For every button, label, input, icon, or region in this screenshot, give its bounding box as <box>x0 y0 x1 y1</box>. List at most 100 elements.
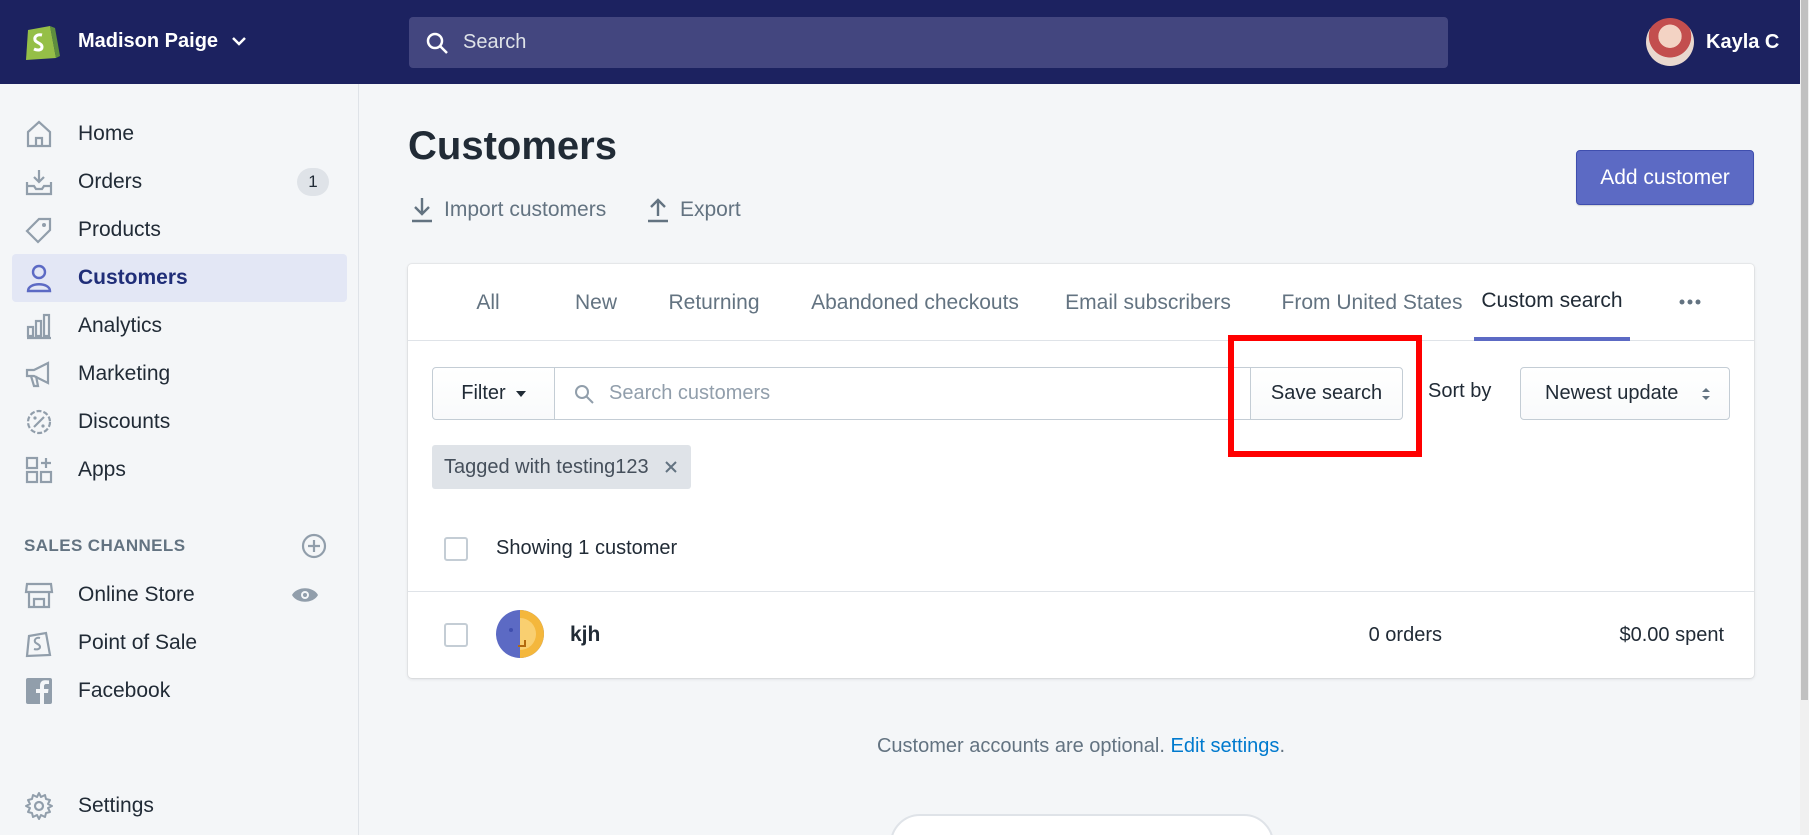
tab-bar: All New Returning Abandoned checkouts Em… <box>408 264 1754 341</box>
sidebar-item-marketing[interactable]: Marketing <box>12 350 347 398</box>
showing-count: Showing 1 customer <box>496 537 678 559</box>
gear-icon <box>23 790 55 822</box>
sidebar-item-online-store[interactable]: Online Store <box>12 571 347 619</box>
discount-icon <box>23 406 55 438</box>
search-icon <box>426 32 448 54</box>
sidebar-item-label: Discounts <box>78 410 171 433</box>
import-customers-label: Import customers <box>444 198 607 221</box>
sidebar-item-apps[interactable]: Apps <box>12 446 347 494</box>
sidebar-item-label: Orders <box>78 170 143 193</box>
store-icon <box>23 579 55 611</box>
tab-all[interactable]: All <box>438 264 538 341</box>
global-search-placeholder: Search <box>463 31 527 53</box>
sort-select[interactable]: Newest update <box>1520 367 1730 420</box>
download-icon <box>412 198 432 223</box>
search-customers-input[interactable] <box>609 382 1209 405</box>
learn-more-pill[interactable] <box>890 814 1274 835</box>
customer-avatar <box>496 610 544 658</box>
export-button[interactable]: Export <box>646 196 741 224</box>
shopping-bag-icon <box>23 627 55 659</box>
search-icon <box>575 384 594 404</box>
sidebar-item-products[interactable]: Products <box>12 206 347 254</box>
customer-name[interactable]: kjh <box>570 623 600 647</box>
filter-button[interactable]: Filter <box>432 367 555 420</box>
sort-value: Newest update <box>1545 382 1679 404</box>
top-bar: Madison Paige Search Kayla C <box>0 0 1800 84</box>
sidebar-item-customers[interactable]: Customers <box>12 254 347 302</box>
filter-label: Filter <box>461 382 506 404</box>
shopify-logo-icon <box>26 26 60 60</box>
footer-note-text: Customer accounts are optional. <box>876 735 1165 757</box>
facebook-icon <box>23 675 55 707</box>
scrollbar[interactable] <box>1800 0 1809 835</box>
sidebar-item-label: Facebook <box>78 679 171 702</box>
add-channel-plus-icon[interactable] <box>301 533 327 559</box>
home-icon <box>23 118 55 150</box>
applied-filter-label: Tagged with testing123 <box>444 455 649 478</box>
eye-icon[interactable] <box>291 585 319 605</box>
sidebar-item-facebook[interactable]: Facebook <box>12 667 347 715</box>
sidebar-item-label: Apps <box>78 458 126 481</box>
sales-channels-heading: SALES CHANNELS <box>24 536 186 555</box>
tab-returning[interactable]: Returning <box>654 264 774 341</box>
sort-by-label: Sort by <box>1428 380 1492 402</box>
orders-icon <box>23 166 55 198</box>
sidebar-item-label: Point of Sale <box>78 631 198 654</box>
table-row[interactable]: kjh 0 orders $0.00 spent <box>408 592 1754 678</box>
sidebar-item-analytics[interactable]: Analytics <box>12 302 347 350</box>
person-icon <box>23 262 55 294</box>
add-customer-button[interactable]: Add customer <box>1576 150 1754 205</box>
close-icon[interactable] <box>663 459 679 475</box>
sidebar-item-label: Online Store <box>78 583 195 606</box>
sidebar-item-label: Home <box>78 122 135 145</box>
user-name: Kayla C <box>1706 30 1780 53</box>
caret-down-icon <box>515 390 526 397</box>
row-checkbox[interactable] <box>444 623 468 647</box>
customer-search-field[interactable] <box>554 367 1258 420</box>
sidebar-item-point-of-sale[interactable]: Point of Sale <box>12 619 347 667</box>
sidebar-item-label: Customers <box>78 266 188 289</box>
customer-orders: 0 orders <box>1368 624 1442 646</box>
chevron-down-icon <box>232 37 246 46</box>
tab-email-subscribers[interactable]: Email subscribers <box>1048 264 1248 341</box>
sidebar-item-label: Analytics <box>78 314 163 337</box>
sidebar-item-orders[interactable]: Orders 1 <box>12 158 347 206</box>
tab-from-united-states[interactable]: From United States <box>1262 264 1482 341</box>
edit-settings-link[interactable]: Edit settings <box>1170 735 1279 757</box>
orders-count-badge: 1 <box>297 168 329 196</box>
select-arrows-icon <box>1702 388 1710 400</box>
tab-abandoned-checkouts[interactable]: Abandoned checkouts <box>800 264 1030 341</box>
tab-custom-search[interactable]: Custom search <box>1474 264 1630 341</box>
avatar <box>1646 18 1694 66</box>
sidebar-item-label: Settings <box>78 794 154 817</box>
user-menu[interactable]: Kayla C <box>1646 18 1779 66</box>
bar-chart-icon <box>23 310 55 342</box>
store-switcher[interactable]: Madison Paige <box>22 20 248 62</box>
select-all-checkbox[interactable] <box>444 537 468 561</box>
save-search-button[interactable]: Save search <box>1250 367 1403 420</box>
sidebar-item-label: Marketing <box>78 362 171 385</box>
global-search-input[interactable]: Search <box>409 17 1448 68</box>
footer-period: . <box>1279 735 1285 757</box>
apps-icon <box>23 454 55 486</box>
sidebar-item-settings[interactable]: Settings <box>12 782 347 830</box>
applied-filter-tag: Tagged with testing123 <box>432 445 691 489</box>
sidebar: Home Orders 1 Products Customers Analyti… <box>0 84 359 835</box>
tag-icon <box>23 214 55 246</box>
sidebar-item-discounts[interactable]: Discounts <box>12 398 347 446</box>
more-tabs-button[interactable] <box>1672 288 1708 316</box>
import-customers-button[interactable]: Import customers <box>410 196 606 224</box>
upload-icon <box>648 198 668 223</box>
sidebar-item-label: Products <box>78 218 161 241</box>
customer-spent: $0.00 spent <box>1619 624 1724 646</box>
export-label: Export <box>680 198 741 221</box>
ellipsis-icon <box>1679 299 1701 305</box>
sidebar-item-home[interactable]: Home <box>12 110 347 158</box>
tab-new[interactable]: New <box>546 264 646 341</box>
page-title: Customers <box>408 124 617 168</box>
store-name: Madison Paige <box>78 29 219 52</box>
footer-note: Customer accounts are optional. Edit set… <box>408 735 1754 758</box>
megaphone-icon <box>23 358 55 390</box>
customers-card: All New Returning Abandoned checkouts Em… <box>408 264 1754 678</box>
scrollbar-thumb[interactable] <box>1801 0 1808 700</box>
